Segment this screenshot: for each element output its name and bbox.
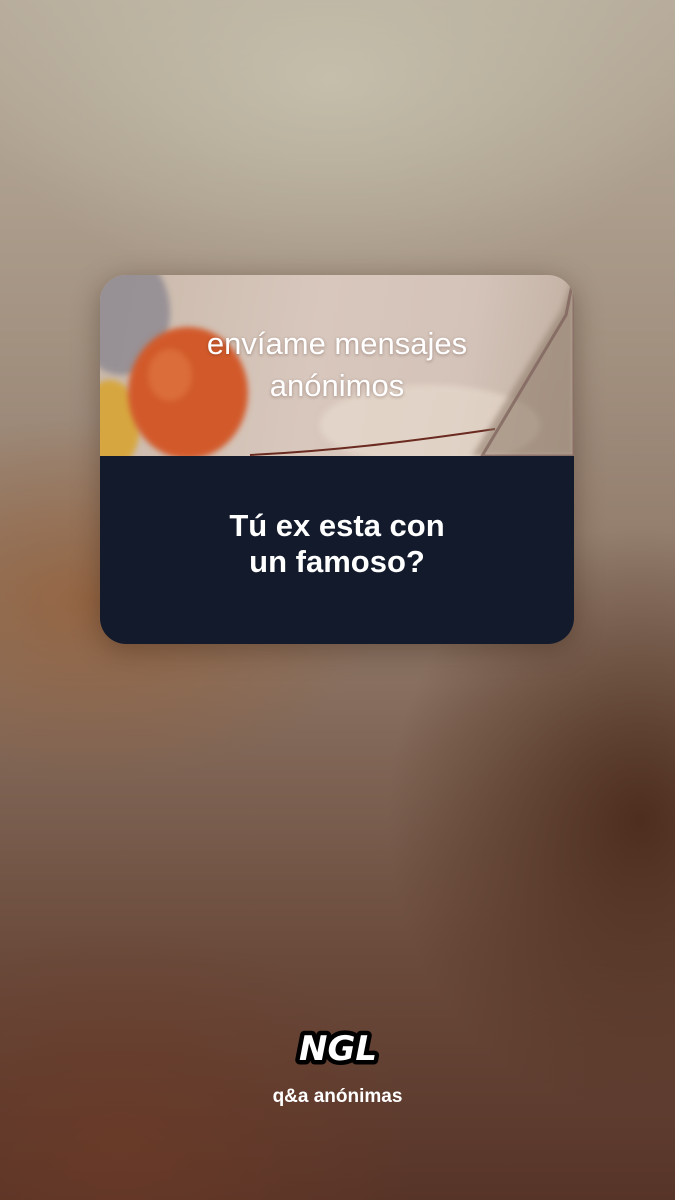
card-title-line-2: anónimos (269, 368, 405, 403)
card-header-photo: envíame mensajes anónimos (100, 275, 574, 456)
question-panel: Tú ex esta con un famoso? (100, 456, 574, 644)
ngl-logo-text: NGL (298, 1029, 376, 1069)
card-title: envíame mensajes anónimos (100, 323, 574, 407)
tagline: q&a anónimas (272, 1086, 403, 1107)
card-title-line-1: envíame mensajes (206, 326, 468, 361)
question-card: envíame mensajes anónimos Tú ex esta con… (100, 275, 574, 644)
question-line-1: Tú ex esta con (229, 508, 445, 543)
question-line-2: un famoso? (249, 544, 425, 579)
footer-branding: NGL NGL q&a anónimas (0, 1022, 675, 1108)
question-text: Tú ex esta con un famoso? (100, 508, 574, 580)
ngl-logo: NGL NGL (294, 1025, 381, 1073)
